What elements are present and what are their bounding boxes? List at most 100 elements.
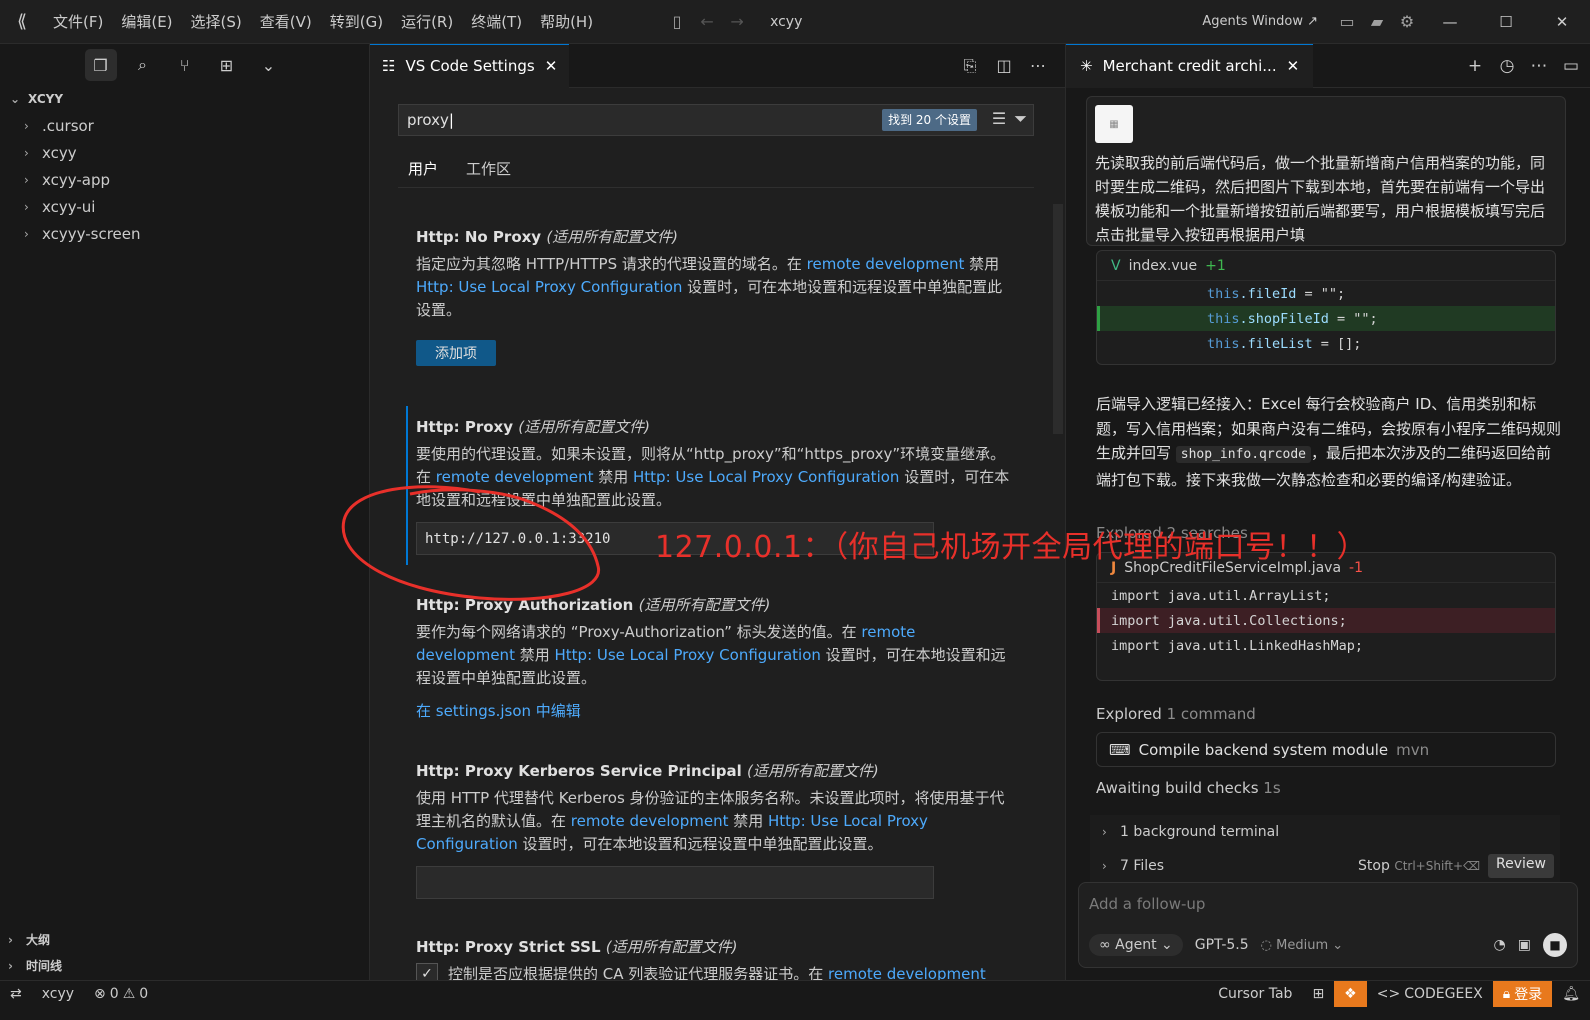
use-local-proxy-link[interactable]: Http: Use Local Proxy Configuration [416, 278, 682, 296]
open-json-icon[interactable]: ⎘ [955, 56, 985, 76]
tree-item-xcyy-app[interactable]: › xcyy-app [0, 166, 369, 193]
files-row[interactable]: › 7 Files Stop Ctrl+Shift+⌫ Review [1090, 849, 1560, 883]
mode-selector[interactable]: ∞ Agent ⌄ [1089, 934, 1183, 956]
settings-search-input[interactable]: proxy | 找到 20 个设置 ☰ ⏷ [398, 104, 1034, 136]
close-icon[interactable]: ✕ [1287, 57, 1300, 75]
chat-icon[interactable]: ▰ [1362, 12, 1392, 31]
stop-generation-icon[interactable]: ■ [1543, 933, 1567, 957]
code-line: this .fileId = ""; [1207, 285, 1346, 302]
toggle-sidebar-icon[interactable]: ▯ [662, 12, 692, 31]
layout-panel-icon[interactable]: ▭ [1332, 12, 1362, 31]
back-arrow-icon[interactable]: ← [692, 12, 722, 31]
split-editor-icon[interactable]: ◫ [989, 56, 1019, 76]
remote-development-link[interactable]: remote development [807, 255, 965, 273]
tab-vs-code-settings[interactable]: ☷ VS Code Settings ✕ [370, 43, 570, 88]
stop-button[interactable]: Stop Ctrl+Shift+⌫ [1358, 858, 1480, 874]
menu-run[interactable]: 运行(R) [392, 0, 462, 44]
forward-arrow-icon[interactable]: → [722, 12, 752, 31]
codegeex-status[interactable]: <> CODEGEEX [1367, 981, 1493, 1007]
history-icon[interactable]: ◷ [1492, 56, 1522, 76]
minimize-icon[interactable]: — [1422, 13, 1478, 31]
tab-agent-conversation[interactable]: ✳ Merchant credit archi... ✕ [1066, 43, 1314, 88]
menu-go[interactable]: 转到(G) [321, 0, 392, 44]
agents-window-button[interactable]: Agents Window ↗ [1202, 14, 1318, 29]
settings-list[interactable]: Http: No Proxy (适用所有配置文件) 指定应为其忽略 HTTP/H… [370, 204, 1050, 980]
gear-icon[interactable]: ⚙ [1392, 12, 1422, 31]
tree-item-xcyyy-screen[interactable]: › xcyyy-screen [0, 220, 369, 247]
loading-icon: ◔ [1493, 937, 1506, 953]
settings-scrollbar[interactable] [1053, 204, 1063, 434]
settings-sync-icon[interactable]: ⊞ [1302, 981, 1334, 1007]
clear-filter-icon[interactable]: ☰ [992, 109, 1006, 129]
menu-edit[interactable]: 编辑(E) [112, 0, 181, 44]
problems-indicator[interactable]: ⊗ 0 ⚠ 0 [84, 981, 158, 1007]
menu-view[interactable]: 查看(V) [251, 0, 321, 44]
command-card[interactable]: ⌨ Compile backend system module mvn [1096, 732, 1556, 767]
filter-icon[interactable]: ⏷ [1014, 109, 1027, 129]
tab-user[interactable]: 用户 [398, 154, 449, 188]
remote-development-link[interactable]: remote development [571, 812, 729, 830]
outline-section[interactable]: › 大纲 [0, 926, 369, 953]
explored-commands[interactable]: Explored 1 command [1096, 705, 1256, 723]
activity-bar: ❐ ⌕ ⑂ ⊞ ⌄ [0, 44, 369, 86]
edit-in-settings-json-link[interactable]: 在 settings.json 中编辑 [416, 700, 1016, 721]
diff-card-java[interactable]: J ShopCreditFileServiceImpl.java -1 import… [1096, 552, 1556, 681]
close-window-icon[interactable]: ✕ [1534, 13, 1590, 31]
explorer-sidebar: ❐ ⌕ ⑂ ⊞ ⌄ ⌄ XCYY › .cursor › xcyy › xcyy-app… [0, 44, 370, 980]
use-local-proxy-link[interactable]: Http: Use Local Proxy Configuration [633, 468, 899, 486]
branch-name[interactable]: xcyy [32, 981, 84, 1007]
search-icon[interactable]: ⌕ [127, 49, 159, 81]
effort-selector[interactable]: ◌ Medium ⌄ [1261, 938, 1344, 953]
new-chat-icon[interactable]: + [1460, 56, 1490, 76]
code-line: import java.util.LinkedHashMap; [1111, 637, 1363, 654]
cursor-tab-status[interactable]: Cursor Tab [1208, 981, 1302, 1007]
chevron-right-icon: › [24, 118, 29, 133]
found-count-badge: 找到 20 个设置 [882, 109, 977, 131]
model-selector[interactable]: GPT-5.5 [1195, 937, 1249, 953]
strict-ssl-checkbox[interactable]: ✓ [416, 963, 438, 980]
kerberos-principal-input[interactable] [416, 866, 934, 899]
notifications-icon[interactable]: 🔔︎ [1552, 981, 1590, 1007]
annotation-note: 127.0.0.1：（你自己机场开全局代理的端口号！！） [655, 530, 1368, 565]
extensions-icon[interactable]: ⊞ [211, 49, 243, 81]
codegeex-logo-icon[interactable]: ❖ [1334, 980, 1367, 1007]
menu-help[interactable]: 帮助(H) [531, 0, 602, 44]
attached-image-thumbnail[interactable]: ▦ [1095, 105, 1133, 143]
window-title[interactable]: xcyy [770, 14, 802, 30]
tab-workspace[interactable]: 工作区 [456, 154, 521, 188]
chevron-right-icon: › [24, 145, 29, 160]
editor-tab-bar: ☷ VS Code Settings ✕ ⎘ ◫ ⋯ [370, 43, 1065, 88]
menu-selection[interactable]: 选择(S) [182, 0, 251, 44]
follow-up-input[interactable]: Add a follow-up [1089, 895, 1205, 913]
chevron-down-icon[interactable]: ⌄ [253, 49, 285, 81]
background-terminal-row[interactable]: › 1 background terminal [1090, 815, 1560, 849]
user-message[interactable]: ▦ 先读取我的前后端代码后，做一个批量新增商户信用档案的功能，同时要生成二维码，… [1086, 96, 1566, 246]
tree-item-xcyy[interactable]: › xcyy [0, 139, 369, 166]
more-actions-icon[interactable]: ⋯ [1524, 56, 1554, 76]
explorer-files-icon[interactable]: ❐ [84, 49, 117, 81]
review-button[interactable]: Review [1488, 854, 1554, 878]
composer[interactable]: Add a follow-up ∞ Agent ⌄ GPT-5.5 ◌ Medi… [1078, 882, 1578, 968]
image-upload-icon[interactable]: ▣ [1518, 937, 1531, 953]
more-actions-icon[interactable]: ⋯ [1023, 56, 1053, 76]
tree-item-xcyy-ui[interactable]: › xcyy-ui [0, 193, 369, 220]
status-bar: ⇄ xcyy ⊗ 0 ⚠ 0 Cursor Tab ⊞ ❖ <> CODEGEEX 🔒… [0, 980, 1590, 1007]
panel-layout-icon[interactable]: ▭ [1556, 56, 1586, 76]
menu-file[interactable]: 文件(F) [44, 0, 112, 44]
tree-item-cursor[interactable]: › .cursor [0, 112, 369, 139]
add-item-button[interactable]: 添加项 [416, 340, 496, 366]
workspace-root[interactable]: ⌄ XCYY [0, 86, 369, 112]
maximize-icon[interactable]: ☐ [1478, 13, 1534, 31]
vue-file-icon: V [1111, 257, 1121, 274]
remote-icon[interactable]: ⇄ [0, 981, 32, 1007]
menu-terminal[interactable]: 终端(T) [462, 0, 531, 44]
title-bar: ⟪ 文件(F) 编辑(E) 选择(S) 查看(V) 转到(G) 运行(R) 终端… [0, 0, 1590, 44]
login-button[interactable]: 🔒︎ 登录 [1492, 980, 1553, 1007]
diff-card-index-vue[interactable]: Vindex.vue +1 this .fileId = ""; this .shop… [1096, 250, 1556, 365]
remote-development-link[interactable]: remote development [828, 965, 986, 980]
timeline-section[interactable]: › 时间线 [0, 952, 369, 979]
source-control-icon[interactable]: ⑂ [169, 49, 201, 81]
remote-development-link[interactable]: remote development [436, 468, 594, 486]
use-local-proxy-link[interactable]: Http: Use Local Proxy Configuration [555, 646, 821, 664]
close-icon[interactable]: ✕ [545, 57, 558, 75]
